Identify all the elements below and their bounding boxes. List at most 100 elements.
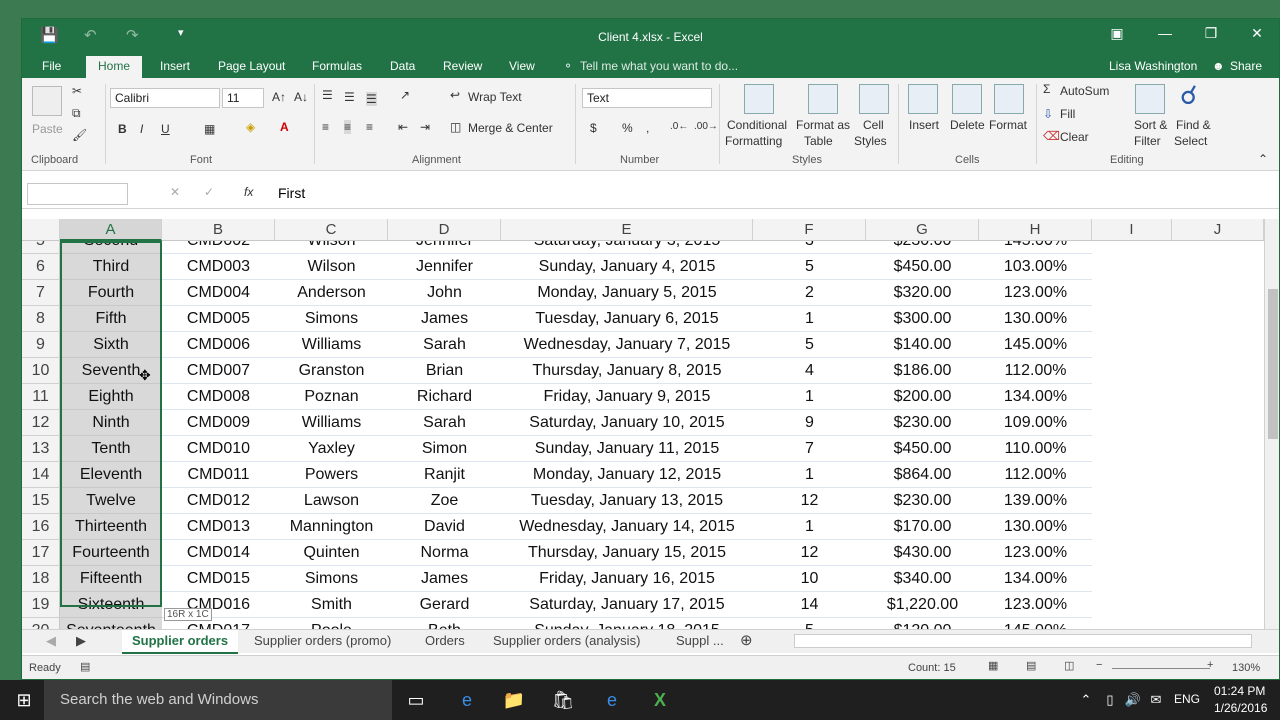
cell[interactable]: CMD004 <box>162 280 275 306</box>
grow-font-icon[interactable]: A↑ <box>272 90 286 104</box>
fill-color-icon[interactable]: ◈ <box>246 120 255 134</box>
cell[interactable]: Powers <box>275 462 388 488</box>
column-header-h[interactable]: H <box>979 219 1092 241</box>
cell[interactable]: CMD014 <box>162 540 275 566</box>
delete-cells-icon[interactable] <box>952 84 982 114</box>
comma-button[interactable]: , <box>646 121 649 135</box>
close-button[interactable]: ✕ <box>1242 25 1272 42</box>
autosum-button[interactable]: AutoSum <box>1060 84 1109 98</box>
page-layout-view-icon[interactable]: ▤ <box>1026 659 1036 672</box>
cell[interactable]: Wednesday, January 7, 2015 <box>501 332 753 358</box>
cell[interactable]: CMD013 <box>162 514 275 540</box>
sort-filter-button[interactable]: Sort & <box>1134 118 1167 132</box>
cell[interactable]: 2 <box>753 280 866 306</box>
cell[interactable]: CMD012 <box>162 488 275 514</box>
paste-button[interactable]: Paste <box>32 122 63 136</box>
cell[interactable]: CMD015 <box>162 566 275 592</box>
cell[interactable]: Anderson <box>275 280 388 306</box>
file-explorer-icon[interactable]: 📁 <box>502 688 526 712</box>
language-indicator[interactable]: ENG <box>1174 692 1200 706</box>
tab-review[interactable]: Review <box>443 59 482 73</box>
cell[interactable]: Thursday, January 15, 2015 <box>501 540 753 566</box>
tab-page-layout[interactable]: Page Layout <box>218 59 285 73</box>
paste-icon[interactable] <box>32 86 62 116</box>
enter-icon[interactable]: ✓ <box>204 185 214 199</box>
font-color-icon[interactable]: A <box>280 120 289 134</box>
font-size-box[interactable]: 11 <box>222 88 264 108</box>
cell[interactable]: Lawson <box>275 488 388 514</box>
cell[interactable]: Sunday, January 4, 2015 <box>501 254 753 280</box>
cell[interactable]: Williams <box>275 410 388 436</box>
cell[interactable]: 3 <box>753 241 866 254</box>
internet-explorer-icon[interactable]: e <box>600 688 624 712</box>
insert-cells-icon[interactable] <box>908 84 938 114</box>
find-select-button[interactable]: Find & <box>1176 118 1211 132</box>
row-header[interactable]: 5 <box>22 241 60 254</box>
cell[interactable]: 112.00% <box>979 462 1092 488</box>
bold-button[interactable]: B <box>118 122 127 136</box>
cell[interactable]: Yaxley <box>275 436 388 462</box>
cell[interactable]: CMD011 <box>162 462 275 488</box>
cell[interactable]: 123.00% <box>979 540 1092 566</box>
decrease-indent-icon[interactable]: ⇤ <box>398 120 408 134</box>
cell[interactable]: CMD006 <box>162 332 275 358</box>
cell[interactable]: Jennifer <box>388 241 501 254</box>
clock-date[interactable]: 1/26/2016 <box>1214 701 1267 715</box>
cell[interactable]: Granston <box>275 358 388 384</box>
increase-decimal-icon[interactable]: .0← <box>670 121 688 132</box>
sheet-tab-supplier-orders-analysis[interactable]: Supplier orders (analysis) <box>493 633 640 648</box>
cell[interactable]: $1,220.00 <box>866 592 979 618</box>
font-name-box[interactable]: Calibri <box>110 88 220 108</box>
column-header-d[interactable]: D <box>388 219 501 241</box>
cell[interactable]: Mannington <box>275 514 388 540</box>
cell[interactable]: 1 <box>753 306 866 332</box>
cell[interactable]: 9 <box>753 410 866 436</box>
cell[interactable]: 5 <box>753 254 866 280</box>
task-view-icon[interactable]: ▭ <box>404 688 428 712</box>
tab-data[interactable]: Data <box>390 59 415 73</box>
cell[interactable]: Saturday, January 10, 2015 <box>501 410 753 436</box>
tab-insert[interactable]: Insert <box>160 59 190 73</box>
cell[interactable]: James <box>388 306 501 332</box>
edge-icon[interactable]: e <box>455 688 479 712</box>
cell[interactable]: Norma <box>388 540 501 566</box>
row-header[interactable]: 9 <box>22 332 60 358</box>
sheet-tab-more[interactable]: Suppl ... <box>676 633 724 648</box>
cell[interactable]: Thirteenth <box>60 514 162 540</box>
select-all-corner[interactable] <box>22 219 60 241</box>
cell[interactable]: Third <box>60 254 162 280</box>
cell[interactable]: Poznan <box>275 384 388 410</box>
cell[interactable]: Simons <box>275 566 388 592</box>
minimize-button[interactable]: — <box>1150 25 1180 41</box>
cell[interactable]: 130.00% <box>979 514 1092 540</box>
column-header-b[interactable]: B <box>162 219 275 241</box>
notifications-icon[interactable]: ✉ <box>1144 688 1168 712</box>
cell[interactable]: Ninth <box>60 410 162 436</box>
cell[interactable]: Friday, January 16, 2015 <box>501 566 753 592</box>
cell[interactable]: Gerard <box>388 592 501 618</box>
tab-file[interactable]: File <box>42 59 61 73</box>
cell[interactable]: $450.00 <box>866 436 979 462</box>
align-right-icon[interactable]: ≡ <box>366 120 373 134</box>
cell[interactable]: 5 <box>753 618 866 629</box>
cell[interactable]: CMD005 <box>162 306 275 332</box>
row-header[interactable]: 18 <box>22 566 60 592</box>
sort-filter-icon[interactable] <box>1135 84 1165 114</box>
zoom-level[interactable]: 130% <box>1232 662 1260 674</box>
show-hidden-icons[interactable]: ⌃ <box>1074 688 1098 712</box>
column-header-c[interactable]: C <box>275 219 388 241</box>
cell[interactable]: $430.00 <box>866 540 979 566</box>
align-bottom-icon[interactable]: ☰ <box>366 92 377 106</box>
cell[interactable]: Wilson <box>275 254 388 280</box>
format-as-table-icon[interactable] <box>808 84 838 114</box>
cell[interactable]: Sixth <box>60 332 162 358</box>
cell[interactable]: Sixteenth <box>60 592 162 618</box>
cell[interactable]: Saturday, January 3, 2015 <box>501 241 753 254</box>
cell[interactable]: Saturday, January 17, 2015 <box>501 592 753 618</box>
cell[interactable]: 12 <box>753 488 866 514</box>
cell[interactable]: Friday, January 9, 2015 <box>501 384 753 410</box>
vertical-scrollbar[interactable] <box>1264 219 1279 629</box>
column-header-f[interactable]: F <box>753 219 866 241</box>
name-box[interactable] <box>27 183 128 205</box>
cell[interactable]: $120.00 <box>866 618 979 629</box>
